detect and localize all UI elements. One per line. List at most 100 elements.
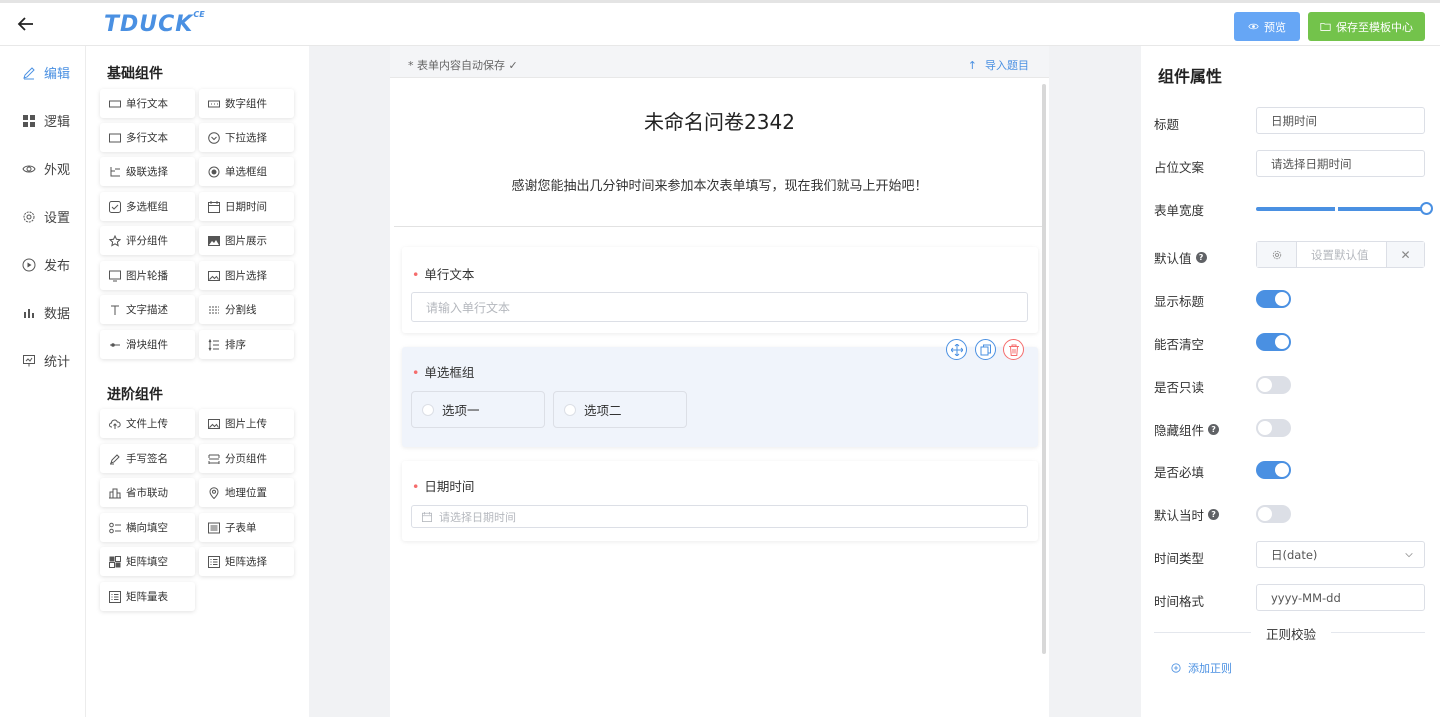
comp-city-linkage[interactable]: 省市联动 [100, 478, 195, 507]
comp-radio[interactable]: 单选框组 [199, 157, 294, 186]
prop-label-width: 表单宽度 [1154, 203, 1205, 218]
help-icon[interactable]: ? [1208, 424, 1220, 435]
help-icon[interactable]: ? [1195, 252, 1207, 263]
single-text-input[interactable]: 请输入单行文本 [411, 292, 1028, 322]
nav-item-statistics[interactable]: 统计 [22, 351, 70, 370]
comp-multi-text[interactable]: 多行文本 [100, 123, 195, 152]
prop-label-hidden: 隐藏组件? [1154, 420, 1220, 439]
horizontal-fill-icon [109, 522, 121, 534]
comp-matrix-scale[interactable]: 矩阵量表 [100, 582, 195, 611]
autosave-status: * 表单内容自动保存 ✓ [408, 59, 518, 72]
show-title-toggle[interactable] [1256, 290, 1291, 308]
date-picker-input[interactable]: 请选择日期时间 [411, 505, 1028, 528]
comp-matrix-fill[interactable]: 矩阵填空 [100, 547, 195, 576]
comp-dropdown[interactable]: 下拉选择 [199, 123, 294, 152]
canvas-scrollbar[interactable] [1042, 84, 1046, 654]
comp-rating[interactable]: 评分组件 [100, 226, 195, 255]
move-icon[interactable] [946, 339, 967, 360]
delete-icon[interactable] [1003, 339, 1024, 360]
slider-handle[interactable] [1420, 202, 1433, 215]
comp-carousel[interactable]: 图片轮播 [100, 261, 195, 290]
prop-label-show-title: 显示标题 [1154, 294, 1205, 309]
comp-file-upload[interactable]: 文件上传 [100, 409, 195, 438]
prop-label-time-format: 时间格式 [1154, 594, 1205, 609]
comp-divider[interactable]: 分割线 [199, 295, 294, 324]
matrix-fill-icon [109, 555, 121, 568]
time-format-input[interactable]: yyyy-MM-dd [1256, 584, 1425, 611]
textarea-icon [109, 132, 121, 144]
radio-circle-icon [422, 403, 434, 416]
eye-icon [1248, 23, 1259, 30]
placeholder-input[interactable]: 请选择日期时间 [1256, 150, 1425, 177]
comp-number[interactable]: 数字组件 [199, 89, 294, 118]
comp-pagination[interactable]: 分页组件 [199, 444, 294, 473]
field-datetime[interactable]: • 日期时间 请选择日期时间 [402, 461, 1038, 541]
nav-item-edit[interactable]: 编辑 [22, 63, 70, 82]
comp-image-display[interactable]: 图片展示 [199, 226, 294, 255]
play-icon [22, 258, 36, 271]
comp-image-select[interactable]: 图片选择 [199, 261, 294, 290]
comp-cascader[interactable]: 级联选择 [100, 157, 195, 186]
comp-datetime[interactable]: 日期时间 [199, 192, 294, 221]
comp-single-text[interactable]: 单行文本 [100, 89, 195, 118]
checkbox-icon [109, 200, 121, 213]
back-arrow-icon[interactable] [16, 14, 36, 34]
title-input[interactable]: 日期时间 [1256, 107, 1425, 134]
prop-label-default-now: 默认当时? [1154, 505, 1220, 524]
comp-image-upload[interactable]: 图片上传 [199, 409, 294, 438]
field-label: • 日期时间 [412, 479, 475, 494]
gear-icon[interactable] [1257, 242, 1297, 267]
width-slider[interactable] [1256, 202, 1433, 215]
city-icon [109, 487, 121, 499]
prop-label-clearable: 能否清空 [1154, 337, 1205, 352]
hidden-toggle[interactable] [1256, 419, 1291, 437]
radio-circle-icon [564, 403, 576, 416]
form-title[interactable]: 未命名问卷2342 [390, 106, 1049, 135]
calendar-icon [422, 511, 432, 522]
comp-subform[interactable]: 子表单 [199, 513, 294, 542]
readonly-toggle[interactable] [1256, 376, 1291, 394]
comp-matrix-select[interactable]: 矩阵选择 [199, 547, 294, 576]
sort-icon [208, 338, 220, 351]
radio-option-2[interactable]: 选项二 [553, 391, 687, 428]
nav-item-data[interactable]: 数据 [22, 303, 70, 322]
properties-panel: 组件属性 标题 日期时间 占位文案 请选择日期时间 表单宽度 默认值? 设置默认… [1141, 46, 1440, 717]
nav-item-publish[interactable]: 发布 [22, 255, 70, 274]
nav-item-logic[interactable]: 逻辑 [22, 111, 70, 130]
matrix-select-icon [208, 555, 220, 568]
regex-section-title: 正则校验 [1251, 624, 1332, 643]
comp-location[interactable]: 地理位置 [199, 478, 294, 507]
required-toggle[interactable] [1256, 461, 1291, 479]
prop-label-time-type: 时间类型 [1154, 551, 1205, 566]
import-questions-button[interactable]: ↑ 导入题目 [968, 57, 1029, 73]
gear-icon [23, 211, 35, 222]
form-description[interactable]: 感谢您能抽出几分钟时间来参加本次表单填写，现在我们就马上开始吧！ [390, 175, 1049, 194]
nav-item-settings[interactable]: 设置 [22, 207, 70, 226]
clear-icon[interactable]: ✕ [1386, 242, 1424, 267]
help-icon[interactable]: ? [1208, 509, 1220, 520]
time-type-select[interactable]: 日(date) [1256, 541, 1425, 568]
copy-icon[interactable] [975, 339, 996, 360]
radio-option-1[interactable]: 选项一 [411, 391, 545, 428]
default-value-input[interactable]: 设置默认值 [1297, 242, 1386, 267]
comp-checkbox[interactable]: 多选框组 [100, 192, 195, 221]
slider-icon [109, 339, 121, 351]
comp-horizontal-fill[interactable]: 横向填空 [100, 513, 195, 542]
nav-item-appearance[interactable]: 外观 [22, 159, 70, 178]
header-divider [394, 226, 1045, 227]
properties-title: 组件属性 [1158, 67, 1223, 86]
clearable-toggle[interactable] [1256, 333, 1291, 351]
save-to-template-button[interactable]: 保存至模板中心 [1308, 12, 1425, 41]
default-now-toggle[interactable] [1256, 505, 1291, 523]
field-radio-group[interactable]: • 单选框组 选项一 选项二 [402, 339, 1038, 447]
comp-text-desc[interactable]: 文字描述 [100, 295, 195, 324]
dropdown-icon [208, 131, 220, 144]
field-single-text[interactable]: • 单行文本 请输入单行文本 [402, 247, 1038, 333]
number-icon [208, 98, 220, 110]
input-icon [109, 98, 121, 110]
comp-signature[interactable]: 手写签名 [100, 444, 195, 473]
comp-slider[interactable]: 滑块组件 [100, 330, 195, 359]
comp-sort[interactable]: 排序 [199, 330, 294, 359]
preview-button[interactable]: 预览 [1234, 12, 1300, 41]
add-regex-button[interactable]: 添加正则 [1171, 660, 1232, 676]
